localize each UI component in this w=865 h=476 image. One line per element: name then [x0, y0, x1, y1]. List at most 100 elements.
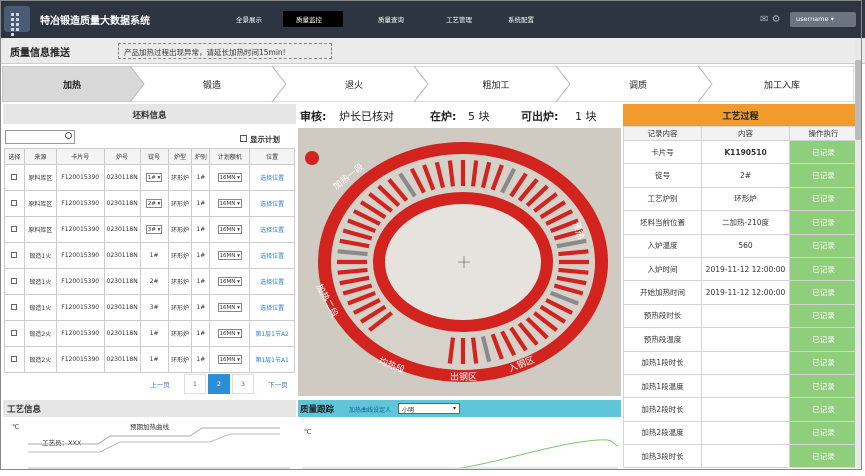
ingot-slot[interactable]: [558, 267, 589, 275]
recorded-status-button[interactable]: 已记录: [789, 327, 858, 352]
plan-select[interactable]: 16MN ▾: [217, 329, 242, 338]
plan-cell[interactable]: 16MN ▾: [209, 268, 251, 295]
app-grid-icon[interactable]: [4, 6, 30, 36]
ring-furnace-view[interactable]: 加热一段 预热 加热二段 均热段 出钢区 入钢区: [298, 128, 621, 396]
plan-select[interactable]: 16MN ▾: [217, 277, 242, 286]
plan-cell[interactable]: 16MN ▾: [209, 216, 251, 243]
select-cell[interactable]: [4, 268, 25, 295]
nav-item-process-mgmt[interactable]: 工艺管理: [446, 14, 472, 24]
row-checkbox[interactable]: [11, 225, 18, 232]
record-label: 加热1段温度: [623, 373, 702, 399]
step-heating[interactable]: 加热: [2, 66, 142, 102]
ingot-cell[interactable]: 2# ▾: [139, 190, 169, 217]
plan-cell[interactable]: 16MN ▾: [209, 346, 251, 373]
position-link[interactable]: 选择位置: [249, 268, 295, 295]
row-checkbox[interactable]: [11, 251, 18, 258]
prev-page-button[interactable]: 上一页: [140, 374, 180, 394]
furnace-type-cell: 环形炉: [167, 216, 193, 243]
plan-cell[interactable]: 16MN ▾: [209, 242, 251, 269]
record-label: 工艺炉别: [623, 186, 702, 212]
curve-setter-select[interactable]: 小明 ▾: [398, 403, 460, 414]
plan-select[interactable]: 16MN ▾: [217, 225, 242, 234]
row-checkbox[interactable]: [11, 355, 18, 362]
position-link[interactable]: 选择位置: [249, 190, 295, 217]
furnace-no-cell: 0230118N: [103, 242, 141, 269]
position-link[interactable]: 选择位置: [249, 242, 295, 269]
scrollbar-thumb[interactable]: [855, 60, 861, 140]
table-row: 锭号 2# 已记录: [623, 163, 858, 188]
furnace-type-cell: 环形炉: [167, 320, 193, 347]
show-plan-checkbox[interactable]: [240, 135, 247, 142]
recorded-status-button[interactable]: 已记录: [789, 186, 858, 212]
position-link[interactable]: 选择位置: [249, 216, 295, 243]
ingot-select[interactable]: 1# ▾: [145, 173, 163, 182]
select-cell[interactable]: [4, 242, 25, 269]
curve-setter-value: 小明: [402, 407, 415, 414]
row-checkbox[interactable]: [11, 277, 18, 284]
recorded-status-button[interactable]: 已记录: [789, 420, 858, 446]
recorded-status-button[interactable]: 已记录: [789, 139, 858, 165]
gear-icon[interactable]: ⚙: [772, 14, 781, 25]
step-tempering[interactable]: 调质: [568, 66, 708, 102]
page-3-button[interactable]: 3: [232, 374, 254, 394]
step-annealing[interactable]: 退火: [284, 66, 424, 102]
step-storage[interactable]: 加工入库: [710, 66, 854, 102]
recorded-status-button[interactable]: 已记录: [789, 350, 858, 375]
step-forging[interactable]: 锻造: [142, 66, 282, 102]
record-value: [701, 350, 790, 375]
next-page-button[interactable]: 下一页: [258, 374, 298, 394]
plan-cell[interactable]: 16MN ▾: [209, 320, 251, 347]
nav-item-quality-query[interactable]: 质量查询: [378, 14, 404, 24]
page-2-button[interactable]: 2: [208, 374, 230, 394]
recorded-status-button[interactable]: 已记录: [789, 233, 858, 258]
ingot-select[interactable]: 2# ▾: [145, 199, 163, 208]
recorded-status-button[interactable]: 已记录: [789, 303, 858, 329]
plan-cell[interactable]: 16MN ▾: [209, 164, 251, 191]
recorded-status-button[interactable]: 已记录: [789, 256, 858, 282]
ingot-slot[interactable]: [337, 267, 368, 275]
position-link[interactable]: 选择位置: [249, 164, 295, 191]
blank-info-header: 坯料信息: [3, 104, 296, 124]
mail-icon[interactable]: ✉: [760, 14, 768, 25]
table-row: 锻造2火 F120015390 0230118N 1# 环形炉 1# 16MN ▾ 第1层1节…: [4, 320, 295, 347]
plan-select[interactable]: 16MN ▾: [217, 355, 242, 364]
recorded-status-button[interactable]: 已记录: [789, 373, 858, 399]
select-cell[interactable]: [4, 320, 25, 347]
recorded-status-button[interactable]: 已记录: [789, 280, 858, 305]
nav-item-panorama[interactable]: 全景展示: [236, 14, 262, 24]
select-cell[interactable]: [4, 216, 25, 243]
position-link[interactable]: 第1层1节A1: [249, 346, 295, 373]
recorded-status-button[interactable]: 已记录: [789, 210, 858, 235]
search-icon[interactable]: [65, 132, 72, 139]
plan-select[interactable]: 16MN ▾: [217, 251, 242, 260]
ingot-select[interactable]: 3# ▾: [145, 225, 163, 234]
position-link[interactable]: 选择位置: [249, 294, 295, 321]
position-link[interactable]: 第1层1节A2: [249, 320, 295, 347]
recorded-status-button[interactable]: 已记录: [789, 444, 858, 469]
ingot-slot[interactable]: [337, 249, 368, 257]
plan-cell[interactable]: 16MN ▾: [209, 294, 251, 321]
row-checkbox[interactable]: [11, 173, 18, 180]
select-cell[interactable]: [4, 294, 25, 321]
select-cell[interactable]: [4, 190, 25, 217]
recorded-status-button[interactable]: 已记录: [789, 163, 858, 188]
page-1-button[interactable]: 1: [184, 374, 206, 394]
select-cell[interactable]: [4, 346, 25, 373]
ingot-cell[interactable]: 1# ▾: [139, 164, 169, 191]
user-menu-button[interactable]: username ▾: [790, 12, 856, 27]
ingot-slot[interactable]: [558, 249, 589, 257]
nav-item-quality-monitor[interactable]: 质量监控: [296, 14, 322, 24]
plan-select[interactable]: 16MN ▾: [217, 173, 242, 182]
row-checkbox[interactable]: [11, 303, 18, 310]
recorded-status-button[interactable]: 已记录: [789, 397, 858, 422]
select-cell[interactable]: [4, 164, 25, 191]
plan-select[interactable]: 16MN ▾: [217, 199, 242, 208]
table-row: 原料库区 F120015390 0230118N 2# ▾ 环形炉 1# 16MN ▾ 选择位…: [4, 190, 295, 217]
plan-cell[interactable]: 16MN ▾: [209, 190, 251, 217]
step-rough-machining[interactable]: 粗加工: [426, 66, 566, 102]
nav-item-system-config[interactable]: 系统配置: [508, 14, 534, 24]
ingot-cell[interactable]: 3# ▾: [139, 216, 169, 243]
row-checkbox[interactable]: [11, 199, 18, 206]
plan-select[interactable]: 16MN ▾: [217, 303, 242, 312]
row-checkbox[interactable]: [11, 329, 18, 336]
